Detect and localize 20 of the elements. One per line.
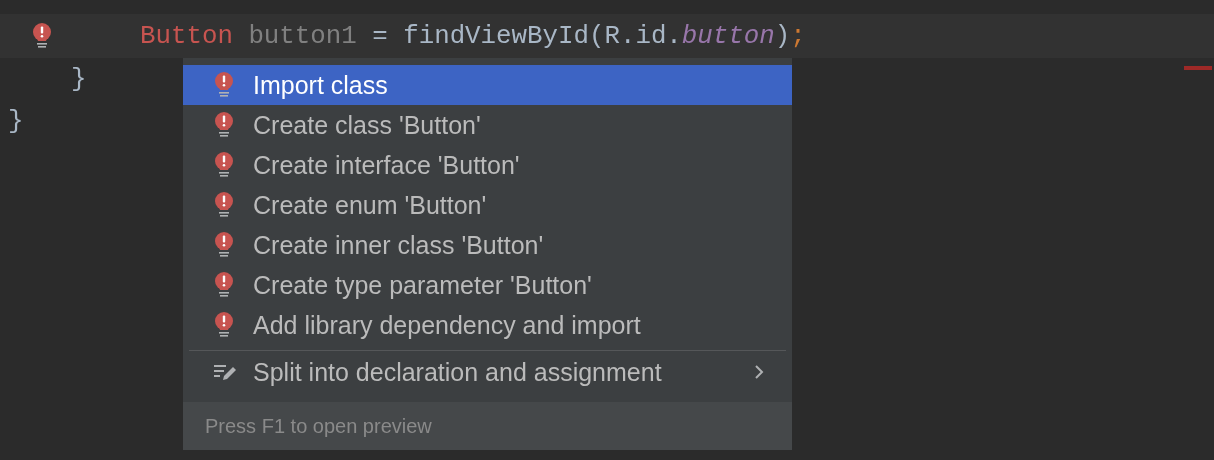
menu-item[interactable]: Create interface 'Button' [183, 145, 792, 185]
error-bulb-icon [214, 152, 234, 178]
lines-pencil-icon [214, 362, 238, 382]
error-bulb-icon [214, 72, 234, 98]
menu-item[interactable]: Import class [183, 65, 792, 105]
code-line: } [8, 106, 24, 136]
error-bulb-icon [214, 272, 234, 298]
error-bulb-icon [214, 112, 234, 138]
menu-item[interactable]: Create class 'Button' [183, 105, 792, 145]
menu-item[interactable]: Create enum 'Button' [183, 185, 792, 225]
error-bulb-icon [214, 312, 234, 338]
error-bulb-icon [214, 192, 234, 218]
code-line: Button button1 = findViewById(R.id.button); [139, 21, 806, 51]
code-line: } [71, 64, 87, 94]
menu-item[interactable]: Create inner class 'Button' [183, 225, 792, 265]
error-bulb-icon [214, 232, 234, 258]
menu-item[interactable]: Create type parameter 'Button' [183, 265, 792, 305]
preview-hint: Press F1 to open preview [183, 402, 792, 450]
menu-item[interactable]: Split into declaration and assignment [183, 352, 792, 392]
menu-item[interactable]: Add library dependency and import [183, 305, 792, 345]
